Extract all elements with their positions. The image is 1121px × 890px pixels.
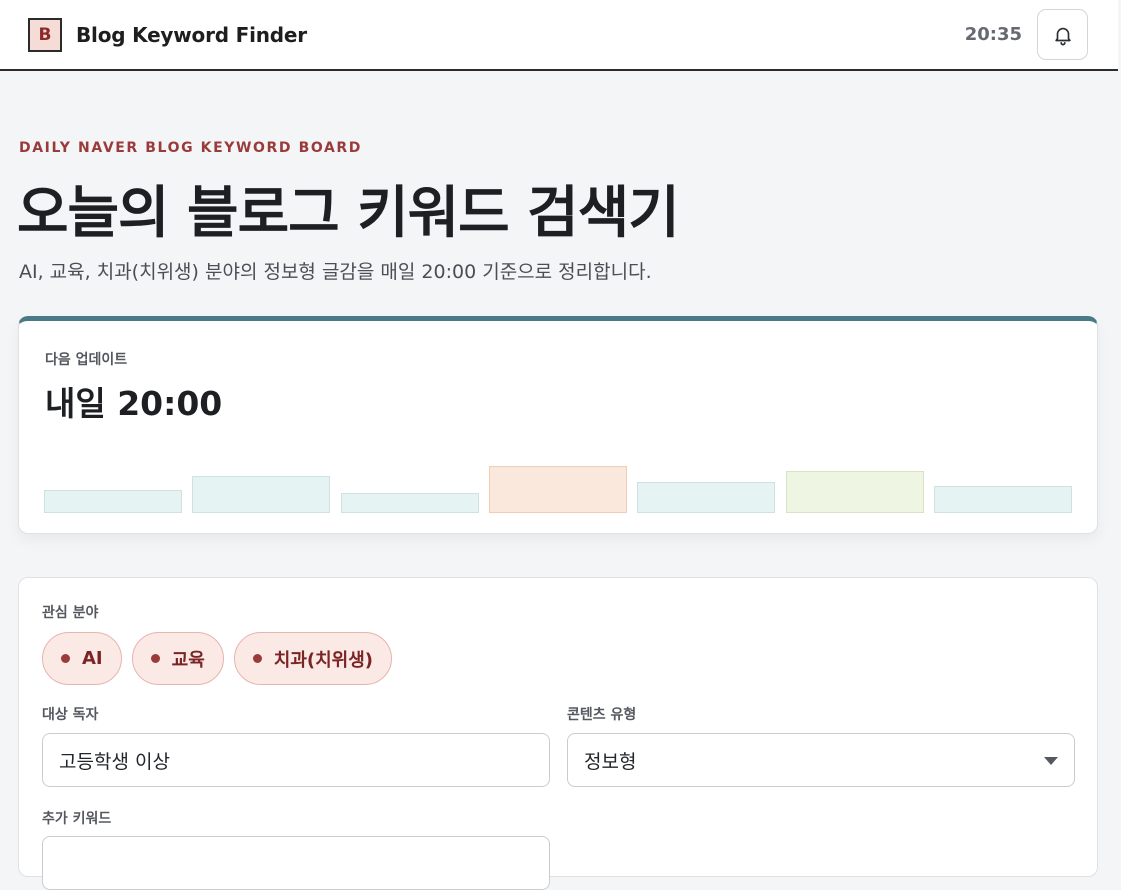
audience-label: 대상 독자 — [42, 707, 99, 723]
interest-chip-education[interactable]: 교육 — [131, 632, 224, 685]
brand[interactable]: B Blog Keyword Finder — [28, 18, 307, 52]
page-subtitle: AI, 교육, 치과(치위생) 분야의 정보형 글감을 매일 20:00 기준으… — [19, 261, 652, 283]
chip-label: AI — [82, 648, 103, 669]
extra-keywords-input[interactable] — [42, 836, 550, 890]
interest-chip-ai[interactable]: AI — [42, 632, 122, 685]
chip-label: 교육 — [171, 649, 205, 671]
dot-icon — [252, 654, 262, 663]
content-type-value: 정보형 — [584, 750, 637, 773]
dot-icon — [150, 654, 160, 663]
chevron-down-icon — [1044, 757, 1058, 765]
page-title: 오늘의 블로그 키워드 검색기 — [17, 181, 680, 246]
activity-bar — [637, 482, 775, 513]
bell-icon — [1054, 27, 1071, 45]
logo: B — [28, 18, 62, 52]
dot-icon — [61, 654, 70, 663]
top-bar: B Blog Keyword Finder 20:35 — [0, 0, 1118, 71]
activity-bar — [341, 493, 479, 513]
activity-bar — [489, 466, 627, 513]
eyebrow-label: DAILY NAVER BLOG KEYWORD BOARD — [19, 140, 363, 156]
notification-button[interactable] — [1037, 9, 1088, 60]
chip-label: 치과(치위생) — [273, 649, 374, 671]
interest-chips: AI 교육 치과(치위생) — [42, 632, 393, 685]
activity-bar — [934, 486, 1072, 513]
activity-bar — [192, 476, 330, 513]
extra-keywords-label: 추가 키워드 — [42, 811, 112, 827]
update-card: 다음 업데이트 내일 20:00 — [18, 316, 1098, 534]
audience-input[interactable]: 고등학생 이상 — [42, 733, 550, 787]
content-type-select[interactable]: 정보형 — [567, 733, 1075, 787]
activity-bars — [44, 321, 1074, 513]
clock: 20:35 — [964, 24, 1022, 45]
audience-value: 고등학생 이상 — [59, 750, 170, 773]
settings-card: 관심 분야 AI 교육 치과(치위생) 대상 독자 고등학생 이상 콘텐츠 유형… — [18, 577, 1098, 890]
content-type-label: 콘텐츠 유형 — [567, 707, 637, 723]
interest-chip-dental[interactable]: 치과(치위생) — [233, 632, 393, 685]
activity-bar — [786, 471, 924, 513]
interests-label: 관심 분야 — [42, 605, 99, 621]
app-name: Blog Keyword Finder — [76, 23, 307, 47]
activity-bar — [44, 490, 182, 513]
